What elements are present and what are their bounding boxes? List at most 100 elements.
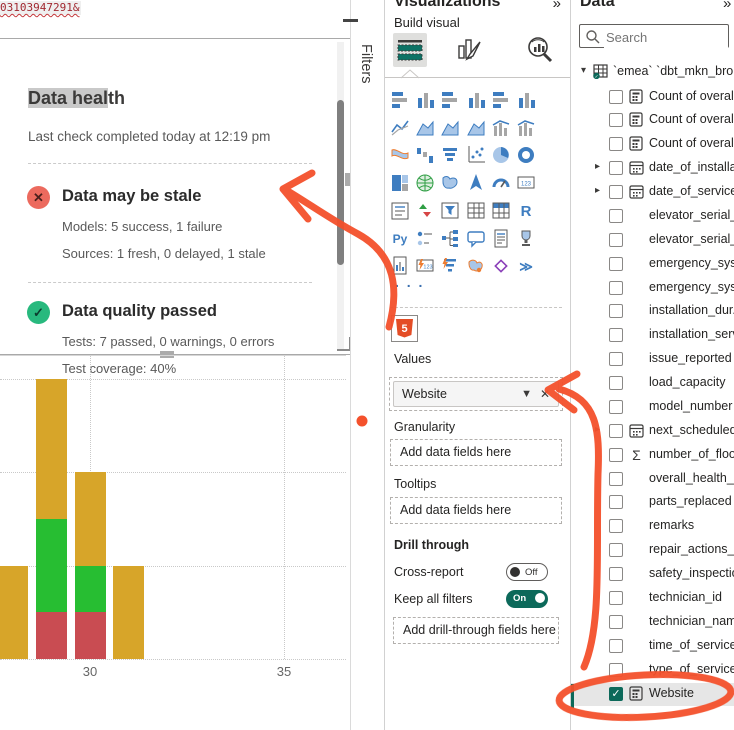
- field-checkbox[interactable]: [609, 615, 623, 629]
- matrix-icon[interactable]: [491, 200, 513, 222]
- 100-stacked-area-chart-icon[interactable]: [466, 117, 488, 139]
- qa-visual-icon[interactable]: [466, 228, 488, 250]
- donut-chart-icon[interactable]: [516, 144, 538, 166]
- field-checkbox[interactable]: [609, 161, 623, 175]
- field-checkbox[interactable]: [609, 137, 623, 151]
- purple-diamond-visual-icon[interactable]: [491, 255, 513, 277]
- field-checkbox[interactable]: [609, 495, 623, 509]
- field-row-count-of-overal[interactable]: Count of overal..: [571, 109, 734, 132]
- field-row-repair-actions-t[interactable]: repair_actions_t.: [571, 539, 734, 562]
- kpi-icon[interactable]: [415, 200, 437, 222]
- field-row-installation-dur[interactable]: installation_dur..: [571, 300, 734, 323]
- line-and-stacked-column-chart-icon[interactable]: [491, 117, 513, 139]
- collapse-pane-icon[interactable]: »: [723, 0, 731, 12]
- field-row-safety-inspectio[interactable]: safety_inspectio.: [571, 563, 734, 586]
- field-row-emergency-syst[interactable]: emergency_syst.: [571, 253, 734, 276]
- data-health-tooltip-card[interactable]: Data health Last check completed today a…: [0, 38, 351, 355]
- stacked-column-chart-icon[interactable]: [415, 89, 437, 111]
- field-row-count-of-overal[interactable]: Count of overal..: [571, 86, 734, 109]
- power-automate-icon[interactable]: ≫: [516, 255, 538, 277]
- chevron-expanded-icon[interactable]: ▾: [581, 65, 586, 76]
- field-checkbox[interactable]: [609, 352, 623, 366]
- tab-analytics[interactable]: [523, 33, 557, 67]
- gauge-icon[interactable]: [491, 172, 513, 194]
- html5-visual-icon[interactable]: 5: [391, 315, 418, 342]
- funnel-chart-icon[interactable]: [440, 144, 462, 166]
- power-automate-trigger-icon[interactable]: [440, 255, 462, 277]
- get-more-visuals-button[interactable]: . . .: [395, 274, 424, 290]
- search-input[interactable]: [604, 26, 728, 48]
- tooltip-scrollbar-thumb[interactable]: [337, 100, 344, 265]
- field-checkbox[interactable]: [609, 543, 623, 557]
- arcgis-map-icon[interactable]: [466, 255, 488, 277]
- field-checkbox[interactable]: [609, 233, 623, 247]
- tab-build-visual[interactable]: [393, 33, 427, 67]
- table-icon[interactable]: [466, 200, 488, 222]
- resize-handle-corner[interactable]: [337, 337, 351, 351]
- field-pill-website[interactable]: Website ▼ ✕: [393, 381, 559, 407]
- chevron-right-icon[interactable]: ▸: [595, 424, 600, 435]
- field-row-model-number[interactable]: model_number: [571, 396, 734, 419]
- stacked-histogram-visual[interactable]: 3035: [0, 355, 346, 730]
- tooltips-drop-area[interactable]: Add data fields here: [390, 497, 562, 524]
- field-checkbox[interactable]: [609, 639, 623, 653]
- remove-field-icon[interactable]: ✕: [540, 382, 550, 406]
- python-visual-icon[interactable]: Py: [390, 228, 412, 250]
- bar-29-segment-red[interactable]: [36, 612, 67, 659]
- bar-28-segment-gold[interactable]: [0, 566, 28, 660]
- tab-format-visual[interactable]: [452, 33, 486, 67]
- field-row-website[interactable]: ✓Website: [571, 683, 734, 706]
- field-row-date-of-service[interactable]: ▸date_of_service: [571, 181, 734, 204]
- line-chart-icon[interactable]: [390, 117, 412, 139]
- minimize-icon[interactable]: [343, 19, 358, 22]
- filled-map-icon[interactable]: [440, 172, 462, 194]
- stacked-bar-chart-icon[interactable]: [390, 89, 412, 111]
- field-row-number-of-floo[interactable]: Σnumber_of_floo.: [571, 444, 734, 467]
- field-checkbox[interactable]: [609, 448, 623, 462]
- line-and-clustered-column-chart-icon[interactable]: [516, 117, 538, 139]
- map-icon[interactable]: [415, 172, 437, 194]
- drill-through-drop-area[interactable]: Add drill-through fields here: [393, 617, 559, 644]
- bar-30-segment-gold[interactable]: [75, 472, 106, 566]
- field-checkbox[interactable]: ✓: [609, 687, 623, 701]
- chevron-down-icon[interactable]: ▼: [521, 382, 532, 406]
- smart-narrative-icon[interactable]: [491, 228, 513, 250]
- field-row-issue-reported[interactable]: issue_reported: [571, 348, 734, 371]
- 100-stacked-bar-chart-icon[interactable]: [491, 89, 513, 111]
- field-checkbox[interactable]: [609, 113, 623, 127]
- pie-chart-icon[interactable]: [491, 144, 513, 166]
- key-influencers-icon[interactable]: [415, 228, 437, 250]
- field-checkbox[interactable]: [609, 472, 623, 486]
- azure-map-icon[interactable]: [466, 172, 488, 194]
- search-box[interactable]: [579, 24, 729, 48]
- field-row-installation-serv[interactable]: installation_serv.: [571, 324, 734, 347]
- field-checkbox[interactable]: [609, 209, 623, 223]
- field-row-parts-replaced[interactable]: parts_replaced: [571, 491, 734, 514]
- field-checkbox[interactable]: [609, 663, 623, 677]
- field-row-remarks[interactable]: remarks: [571, 515, 734, 538]
- field-checkbox[interactable]: [609, 90, 623, 104]
- field-checkbox[interactable]: [609, 304, 623, 318]
- field-checkbox[interactable]: [609, 328, 623, 342]
- field-row-load-capacity[interactable]: load_capacity: [571, 372, 734, 395]
- field-row-type-of-service[interactable]: type_of_service: [571, 659, 734, 682]
- field-row-elevator-serial[interactable]: elevator_serial_..: [571, 205, 734, 228]
- granularity-drop-area[interactable]: Add data fields here: [390, 439, 562, 466]
- bar-29-segment-gold[interactable]: [36, 379, 67, 519]
- field-checkbox[interactable]: [609, 519, 623, 533]
- treemap-icon[interactable]: [390, 172, 412, 194]
- bar-31-segment-gold[interactable]: [113, 566, 144, 660]
- field-row-elevator-serial[interactable]: elevator_serial_..: [571, 229, 734, 252]
- waterfall-chart-icon[interactable]: [415, 144, 437, 166]
- 100-stacked-column-chart-icon[interactable]: [516, 89, 538, 111]
- table-row-emea[interactable]: ▾ ✓ `emea` `dbt_mkn_bron..: [571, 61, 734, 84]
- field-checkbox[interactable]: [609, 257, 623, 271]
- values-well[interactable]: Website ▼ ✕: [389, 377, 563, 411]
- collapse-pane-icon[interactable]: »: [553, 0, 561, 12]
- field-row-next-scheduled[interactable]: ▸next_scheduled..: [571, 420, 734, 443]
- field-row-technician-id[interactable]: technician_id: [571, 587, 734, 610]
- field-row-time-of-service[interactable]: time_of_service: [571, 635, 734, 658]
- bar-29-segment-green[interactable]: [36, 519, 67, 613]
- filters-pane-collapsed[interactable]: Filters: [351, 0, 385, 730]
- bar-30-segment-green[interactable]: [75, 566, 106, 613]
